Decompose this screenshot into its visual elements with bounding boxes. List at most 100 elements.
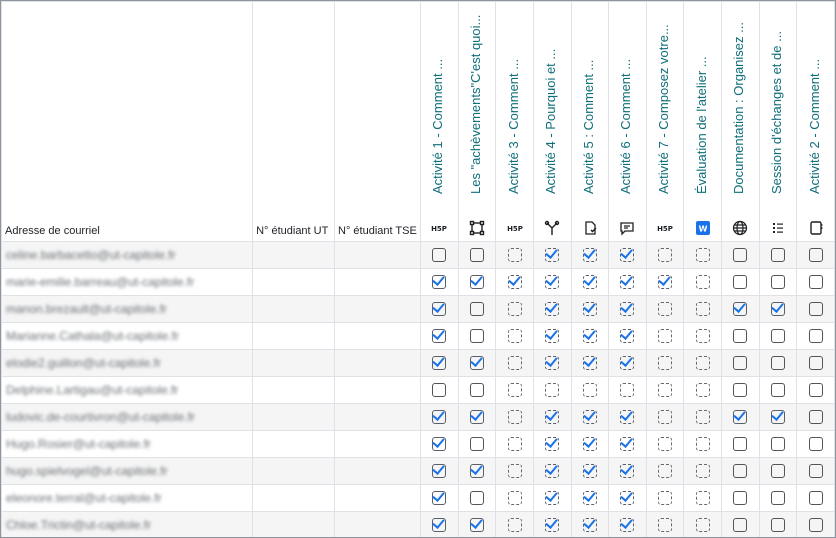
completion-checkbox[interactable] — [808, 517, 823, 532]
student-tse-cell — [334, 403, 421, 431]
completion-checkbox[interactable] — [432, 463, 447, 478]
completion-checkbox[interactable] — [469, 247, 484, 262]
completion-checkbox — [545, 463, 560, 478]
activity-title-link[interactable]: Documentation : Organisez ... — [731, 1, 746, 194]
column-header-activity[interactable]: Activité 5 : Comment ... — [570, 1, 610, 242]
completion-checkbox[interactable] — [733, 274, 748, 289]
completion-checkbox — [507, 274, 522, 289]
completion-checkbox[interactable] — [808, 463, 823, 478]
completion-checkbox[interactable] — [808, 409, 823, 424]
column-header-activity[interactable]: Activité 1 - Comment ... H5P — [420, 1, 459, 242]
activity-title-link[interactable]: Activité 5 : Comment ... — [581, 1, 596, 194]
table-row: manon.brezault@ut-capitole.fr — [1, 295, 835, 323]
completion-checkbox[interactable] — [733, 301, 748, 316]
completion-checkbox[interactable] — [808, 355, 823, 370]
completion-checkbox[interactable] — [770, 382, 785, 397]
completion-checkbox[interactable] — [469, 517, 484, 532]
completion-checkbox[interactable] — [808, 274, 823, 289]
completion-cell — [683, 322, 722, 350]
completion-checkbox[interactable] — [432, 382, 447, 397]
column-header-activity[interactable]: Session d'échanges et de ... — [758, 1, 798, 242]
activity-title-link[interactable]: Évaluation de l'atelier ... — [694, 1, 709, 194]
completion-checkbox[interactable] — [469, 301, 484, 316]
completion-checkbox[interactable] — [808, 436, 823, 451]
completion-cell — [570, 457, 610, 485]
completion-cell — [457, 349, 497, 377]
completion-checkbox[interactable] — [469, 328, 484, 343]
activity-title-link[interactable]: Activité 6 - Comment ... — [618, 1, 633, 194]
completion-checkbox[interactable] — [469, 355, 484, 370]
completion-checkbox[interactable] — [808, 490, 823, 505]
completion-checkbox[interactable] — [469, 274, 484, 289]
column-header-activity[interactable]: Évaluation de l'atelier ... W — [683, 1, 722, 242]
completion-checkbox[interactable] — [733, 463, 748, 478]
completion-checkbox[interactable] — [432, 247, 447, 262]
completion-cell — [457, 295, 497, 323]
activity-title-link[interactable]: Session d'échanges et de ... — [769, 1, 784, 194]
completion-checkbox[interactable] — [733, 328, 748, 343]
completion-checkbox[interactable] — [432, 409, 447, 424]
column-header-student-tse[interactable]: N° étudiant TSE — [334, 1, 421, 242]
completion-checkbox[interactable] — [733, 247, 748, 262]
completion-checkbox[interactable] — [770, 301, 785, 316]
completion-checkbox[interactable] — [432, 274, 447, 289]
completion-checkbox[interactable] — [432, 490, 447, 505]
completion-cell — [532, 457, 572, 485]
completion-checkbox[interactable] — [469, 436, 484, 451]
completion-checkbox[interactable] — [469, 409, 484, 424]
completion-checkbox[interactable] — [469, 490, 484, 505]
completion-cell — [495, 268, 534, 296]
completion-checkbox[interactable] — [432, 301, 447, 316]
completion-checkbox[interactable] — [432, 355, 447, 370]
completion-checkbox[interactable] — [733, 409, 748, 424]
completion-cell — [645, 295, 685, 323]
column-header-activity[interactable]: Activité 6 - Comment ... — [608, 1, 647, 242]
completion-cell — [532, 295, 572, 323]
completion-checkbox — [582, 274, 597, 289]
completion-checkbox[interactable] — [770, 436, 785, 451]
completion-checkbox[interactable] — [770, 517, 785, 532]
completion-checkbox[interactable] — [770, 490, 785, 505]
column-header-activity[interactable]: Activité 3 - Comment ... H5P — [495, 1, 534, 242]
completion-checkbox[interactable] — [469, 463, 484, 478]
completion-checkbox[interactable] — [770, 355, 785, 370]
column-header-activity[interactable]: Activité 7 - Composez votre... H5P — [645, 1, 685, 242]
completion-checkbox[interactable] — [770, 328, 785, 343]
column-header-activity[interactable]: Activité 2 - Comment ... — [796, 1, 835, 242]
activity-title-link[interactable]: Activité 1 - Comment ... — [430, 1, 445, 194]
completion-checkbox[interactable] — [808, 247, 823, 262]
activity-title-link[interactable]: Activité 2 - Comment ... — [807, 1, 822, 194]
completion-cell — [796, 295, 835, 323]
completion-checkbox[interactable] — [770, 463, 785, 478]
completion-checkbox[interactable] — [432, 436, 447, 451]
completion-checkbox[interactable] — [770, 274, 785, 289]
completion-checkbox[interactable] — [469, 382, 484, 397]
completion-checkbox[interactable] — [733, 517, 748, 532]
completion-checkbox[interactable] — [733, 382, 748, 397]
completion-checkbox — [507, 301, 522, 316]
activity-title-link[interactable]: Activité 4 - Pourquoi et ... — [543, 1, 558, 194]
completion-checkbox — [507, 382, 522, 397]
completion-checkbox[interactable] — [770, 409, 785, 424]
completion-cell — [608, 484, 647, 512]
completion-checkbox[interactable] — [733, 490, 748, 505]
activity-title-link[interactable]: Les "achèvements"C'est quoi... — [468, 1, 483, 194]
column-header-activity[interactable]: Les "achèvements"C'est quoi... — [457, 1, 497, 242]
column-header-activity[interactable]: Activité 4 - Pourquoi et ... — [532, 1, 572, 242]
completion-cell — [608, 322, 647, 350]
completion-checkbox[interactable] — [808, 301, 823, 316]
activity-title-link[interactable]: Activité 3 - Comment ... — [506, 1, 521, 194]
activity-title-link[interactable]: Activité 7 - Composez votre... — [656, 1, 671, 194]
completion-checkbox — [582, 247, 597, 262]
completion-checkbox[interactable] — [770, 247, 785, 262]
completion-checkbox[interactable] — [808, 328, 823, 343]
column-header-activity[interactable]: Documentation : Organisez ... — [721, 1, 760, 242]
column-header-student-ut[interactable]: N° étudiant UT — [252, 1, 336, 242]
completion-checkbox[interactable] — [733, 355, 748, 370]
completion-checkbox[interactable] — [432, 517, 447, 532]
completion-checkbox[interactable] — [808, 382, 823, 397]
completion-checkbox[interactable] — [733, 436, 748, 451]
completion-checkbox — [582, 409, 597, 424]
column-header-email[interactable]: Adresse de courriel — [1, 1, 254, 242]
completion-checkbox[interactable] — [432, 328, 447, 343]
